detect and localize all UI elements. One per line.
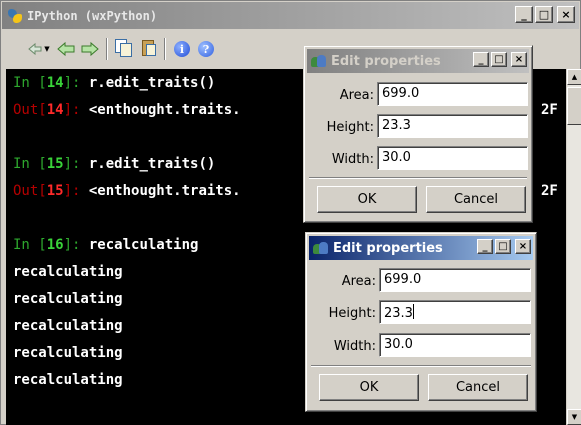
area-field[interactable]: 699.0 (377, 82, 528, 106)
about-button[interactable]: i (172, 39, 192, 59)
console-line: recalculating (13, 286, 123, 313)
area-label: Area: (341, 274, 376, 289)
prompt-number: 14 (46, 75, 64, 91)
dialog-divider (311, 365, 531, 367)
dialog-title: Edit properties (331, 53, 441, 69)
input-prompt: In [ (13, 75, 47, 91)
edit-properties-dialog-front: Edit properties _ □ × Area: 699.0 Height… (305, 232, 537, 412)
console-text: r.edit_traits() (88, 156, 216, 172)
prompt-number: 15 (46, 156, 64, 172)
copy-icon (114, 39, 134, 59)
console-text: recalculating (13, 264, 123, 280)
help-button[interactable]: ? (196, 39, 216, 59)
maximize-button[interactable]: □ (495, 239, 511, 254)
console-line: recalculating (13, 340, 123, 367)
console-text: recalculating (88, 237, 199, 253)
paste-icon (138, 39, 158, 59)
width-label: Width: (333, 339, 376, 354)
back-button[interactable] (56, 39, 76, 59)
chevron-down-icon: ▼ (44, 45, 50, 53)
console-line: recalculating (13, 259, 123, 286)
console-text: recalculating (13, 318, 123, 334)
scroll-thumb[interactable] (567, 87, 581, 125)
window-title: IPython (wxPython) (27, 8, 158, 23)
ok-button[interactable]: OK (317, 186, 417, 213)
new-dropdown-button[interactable]: ▼ (26, 39, 52, 59)
width-field[interactable]: 30.0 (379, 333, 531, 357)
console-line: In [14]: r.edit_traits() (13, 70, 215, 97)
height-label: Height: (326, 120, 374, 135)
console-text-tail: 2F (541, 102, 558, 118)
height-label: Height: (328, 306, 376, 321)
width-field[interactable]: 30.0 (377, 146, 528, 170)
forward-arrow-icon (81, 41, 99, 57)
minimize-button[interactable]: _ (477, 239, 493, 254)
paste-button[interactable] (138, 39, 158, 59)
dialog-titlebar[interactable]: Edit properties _ □ × (307, 49, 529, 73)
prompt-suffix: ]: (63, 183, 89, 199)
console-text: <enthought.traits. (88, 183, 241, 199)
console-text: recalculating (13, 345, 123, 361)
height-field[interactable]: 23.3 (379, 300, 531, 324)
prompt-number: 15 (46, 183, 64, 199)
dialog-titlebar[interactable]: Edit properties _ □ × (309, 236, 533, 260)
traits-icon (311, 53, 327, 69)
height-field-value: 23.3 (384, 306, 413, 321)
prompt-suffix: ]: (63, 237, 89, 253)
console-text-tail: 2F (541, 183, 558, 199)
text-caret (412, 304, 414, 319)
close-button[interactable]: × (511, 52, 527, 67)
console-text: r.edit_traits() (88, 75, 216, 91)
ok-button[interactable]: OK (319, 374, 419, 401)
edit-properties-dialog-back: Edit properties _ □ × Area: 699.0 Height… (303, 45, 533, 223)
console-scrollbar[interactable]: ▲ ▼ (566, 69, 581, 425)
dialog-title: Edit properties (333, 240, 443, 256)
traits-icon (313, 240, 329, 256)
copy-button[interactable] (114, 39, 134, 59)
output-prompt: Out[ (13, 183, 47, 199)
close-button[interactable]: × (515, 239, 531, 254)
toolbar-separator (164, 38, 166, 60)
output-prompt: Out[ (13, 102, 47, 118)
console-line: recalculating (13, 313, 123, 340)
maximize-button[interactable]: □ (535, 6, 553, 23)
back-arrow-icon (57, 41, 75, 57)
prompt-number: 16 (46, 237, 64, 253)
dialog-divider (309, 177, 527, 179)
console-text: recalculating (13, 291, 123, 307)
console-text: <enthought.traits. (88, 102, 241, 118)
cancel-button[interactable]: Cancel (428, 374, 528, 401)
prompt-number: 14 (46, 102, 64, 118)
input-prompt: In [ (13, 237, 47, 253)
scroll-down-button[interactable]: ▼ (567, 409, 581, 425)
scroll-up-button[interactable]: ▲ (567, 69, 581, 85)
area-label: Area: (339, 88, 374, 103)
toolbar-separator (106, 38, 108, 60)
minimize-button[interactable]: _ (515, 6, 533, 23)
prompt-suffix: ]: (63, 156, 89, 172)
python-icon (7, 8, 23, 24)
console-text: recalculating (13, 372, 123, 388)
close-button[interactable]: × (557, 6, 575, 23)
console-line: In [16]: recalculating (13, 232, 198, 259)
console-line: recalculating (13, 367, 123, 394)
cancel-button[interactable]: Cancel (426, 186, 526, 213)
forward-button[interactable] (80, 39, 100, 59)
help-icon: ? (198, 41, 214, 57)
console-line: In [15]: r.edit_traits() (13, 151, 215, 178)
area-field[interactable]: 699.0 (379, 268, 531, 292)
info-icon: i (174, 41, 190, 57)
width-label: Width: (331, 152, 374, 167)
console-line: Out[15]: <enthought.traits. (13, 178, 241, 205)
minimize-button[interactable]: _ (473, 52, 489, 67)
input-prompt: In [ (13, 156, 47, 172)
console-line: Out[14]: <enthought.traits. (13, 97, 241, 124)
maximize-button[interactable]: □ (491, 52, 507, 67)
main-titlebar[interactable]: IPython (wxPython) _ □ × (2, 2, 579, 29)
prompt-suffix: ]: (63, 102, 89, 118)
prompt-suffix: ]: (63, 75, 89, 91)
height-field[interactable]: 23.3 (377, 114, 528, 138)
